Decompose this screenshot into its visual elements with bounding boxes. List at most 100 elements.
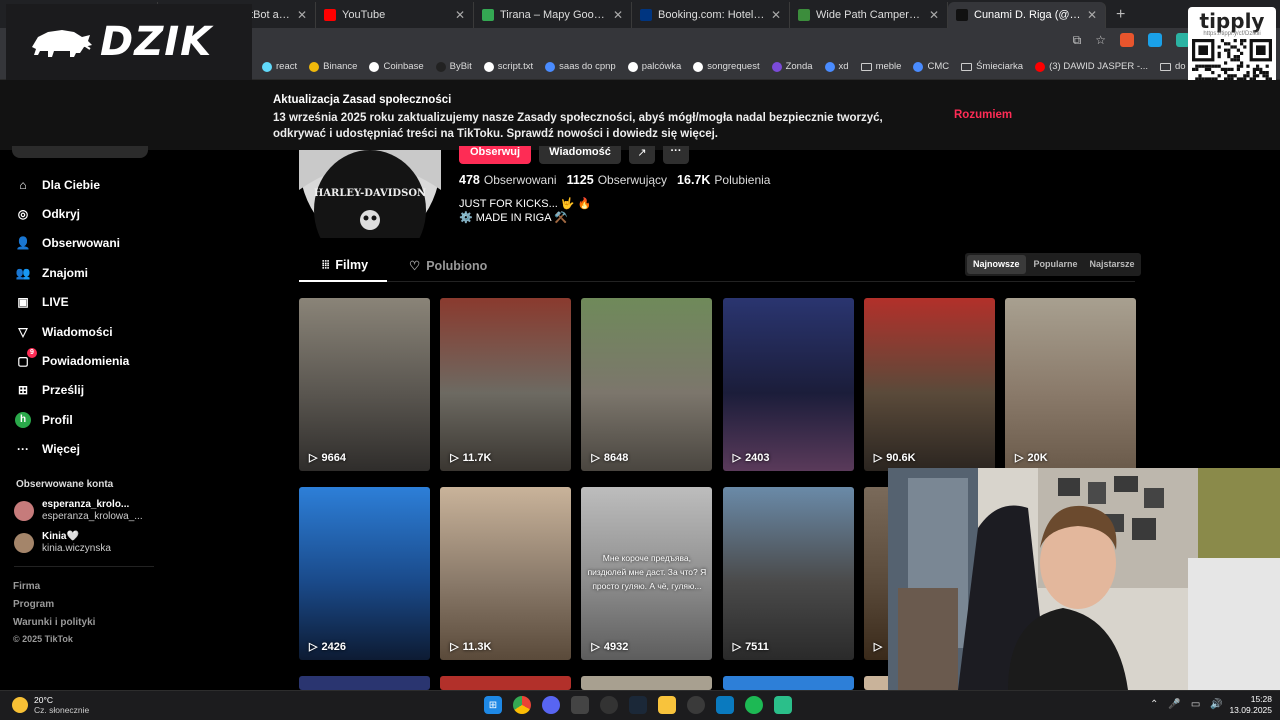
video-thumbnail[interactable]: ▷ 90.6K xyxy=(863,298,995,471)
sidebar-item-compass[interactable]: ◎ Odkryj xyxy=(14,199,129,228)
bookmark-item[interactable]: (3) DAWID JASPER -... xyxy=(1035,61,1148,72)
footer-link-terms[interactable]: Warunki i polityki xyxy=(13,617,95,628)
sidebar-item-friends[interactable]: 👥 Znajomi xyxy=(14,258,129,287)
sidebar-item-profile[interactable]: h Profil xyxy=(14,405,129,434)
stat-following[interactable]: 478 Obserwowani xyxy=(459,173,557,187)
volume-icon[interactable]: 🔊 xyxy=(1210,699,1222,710)
sort-oldest[interactable]: Najstarsze xyxy=(1084,253,1141,276)
sidebar-item-upload[interactable]: ⊞ Prześlij xyxy=(14,376,129,405)
stat-followers[interactable]: 1125 Obserwujący xyxy=(567,173,667,187)
friends-icon: 👥 xyxy=(15,265,31,280)
bookmark-item[interactable]: saas do cpnp xyxy=(545,61,616,72)
tab-videos[interactable]: ⦙⦙⦙ Filmy xyxy=(322,258,368,272)
followed-account[interactable]: Kinia🤍 kinia.wiczynska xyxy=(14,531,111,555)
notice-dismiss-button[interactable]: Rozumiem xyxy=(954,109,1012,121)
tab-liked[interactable]: ♡ Polubiono xyxy=(409,258,487,274)
view-count-value: 7511 xyxy=(745,640,769,653)
video-thumbnail[interactable] xyxy=(299,676,430,690)
footer-link-company[interactable]: Firma xyxy=(13,581,40,592)
video-thumbnail[interactable]: ▷ 8648 xyxy=(581,298,713,471)
extension-icon[interactable] xyxy=(1148,33,1162,47)
sort-popular[interactable]: Popularne xyxy=(1028,253,1084,276)
browser-tab[interactable]: Booking.com: Hotele – Skopje ✕ xyxy=(632,2,790,28)
spotify-icon[interactable] xyxy=(745,696,763,714)
bookmark-star-icon[interactable]: ☆ xyxy=(1095,33,1106,48)
close-icon[interactable]: ✕ xyxy=(297,8,307,22)
followed-account[interactable]: esperanza_krolo... esperanza_krolowa_... xyxy=(14,499,143,523)
chrome-icon[interactable] xyxy=(513,696,531,714)
bookmark-item[interactable]: xd xyxy=(824,61,849,72)
close-icon[interactable]: ✕ xyxy=(613,8,623,22)
video-thumbnail[interactable]: ▷ 9664 xyxy=(299,298,430,471)
video-thumbnail[interactable]: ▷ 20K xyxy=(1005,298,1136,471)
new-tab-button[interactable]: + xyxy=(1106,2,1135,28)
sidebar-item-notifications[interactable]: ▢ 9 Powiadomienia xyxy=(14,346,129,375)
sidebar-item-label: Profil xyxy=(42,412,73,427)
bookmark-item[interactable]: Binance xyxy=(309,61,357,72)
ccleaner-icon[interactable] xyxy=(687,696,705,714)
profile-avatar: HARLEY-DAVIDSON xyxy=(299,150,441,238)
video-thumbnail[interactable]: ▷ 2426 xyxy=(299,487,430,660)
monitor-icon[interactable]: ▭ xyxy=(1191,699,1200,710)
discord-icon[interactable] xyxy=(542,696,560,714)
browser-tab[interactable]: Cunami D. Riga (@cunami_d_ri ✕ xyxy=(948,2,1106,28)
sidebar-item-messages[interactable]: ▽ Wiadomości xyxy=(14,317,129,346)
bookmark-item[interactable]: script.txt xyxy=(483,61,533,72)
microphone-icon[interactable]: 🎤 xyxy=(1168,699,1180,710)
bookmark-item[interactable]: ByBit xyxy=(435,61,472,72)
bookmark-label: ByBit xyxy=(449,61,472,72)
extension-icon[interactable] xyxy=(1120,33,1134,47)
video-thumbnail[interactable]: ▷ 11.7K xyxy=(440,298,572,471)
video-thumbnail[interactable] xyxy=(722,676,854,690)
tab-favicon-icon xyxy=(640,9,652,21)
install-app-icon[interactable]: ⧉ xyxy=(1073,33,1082,48)
sidebar-item-live[interactable]: ▣ LIVE xyxy=(14,288,129,317)
file-explorer-icon[interactable] xyxy=(658,696,676,714)
browser-tab[interactable]: Wide Path Camper - Bicycle Ca ✕ xyxy=(790,2,948,28)
bookmark-item[interactable]: react xyxy=(262,61,297,72)
stat-label: Polubienia xyxy=(714,173,771,187)
bookmark-item[interactable]: songrequest xyxy=(693,61,760,72)
video-thumbnail[interactable] xyxy=(581,676,713,690)
more-dots-icon: ··· xyxy=(670,145,682,157)
bookmark-item[interactable]: Śmieciarka xyxy=(961,61,1023,72)
sidebar-item-more[interactable]: ··· Więcej xyxy=(14,435,129,464)
close-icon[interactable]: ✕ xyxy=(1087,8,1097,22)
view-count-value: 11.3K xyxy=(462,640,492,653)
snipping-tool-icon[interactable] xyxy=(571,696,589,714)
close-icon[interactable]: ✕ xyxy=(771,8,781,22)
bookmark-item[interactable]: Coinbase xyxy=(369,61,424,72)
notepad-icon[interactable] xyxy=(774,696,792,714)
footer-link-program[interactable]: Program xyxy=(13,599,54,610)
follow-button[interactable]: Obserwuj xyxy=(459,146,531,164)
start-icon[interactable]: ⊞ xyxy=(484,696,502,714)
clock[interactable]: 15:28 13.09.2025 xyxy=(1228,694,1272,716)
sidebar-item-home[interactable]: ⌂ Dla Ciebie xyxy=(14,170,129,199)
video-thumbnail[interactable]: ▷ 2403 xyxy=(722,298,854,471)
weather-widget[interactable]: 20°C Cz. słonecznie xyxy=(12,695,89,715)
browser-tab[interactable]: YouTube ✕ xyxy=(316,2,474,28)
obs-icon[interactable] xyxy=(600,696,618,714)
browser-tab[interactable]: Tirana – Mapy Google ✕ xyxy=(474,2,632,28)
bookmark-item[interactable]: palcówka xyxy=(627,61,681,72)
close-icon[interactable]: ✕ xyxy=(929,8,939,22)
video-thumbnail[interactable]: ▷ 7511 xyxy=(722,487,854,660)
share-button[interactable]: ↗ xyxy=(629,146,655,164)
view-count-value: 4932 xyxy=(603,640,629,653)
search-input[interactable] xyxy=(12,146,148,158)
network-app-icon[interactable] xyxy=(716,696,734,714)
sort-newest[interactable]: Najnowsze xyxy=(967,255,1026,274)
bookmark-item[interactable]: CMC xyxy=(913,61,949,72)
community-guidelines-notice: Aktualizacja Zasad społeczności 13 wrześ… xyxy=(0,80,1280,150)
more-options-button[interactable]: ··· xyxy=(663,146,689,164)
steam-icon[interactable] xyxy=(629,696,647,714)
video-thumbnail[interactable]: ▷ 11.3K xyxy=(440,487,572,660)
message-button[interactable]: Wiadomość xyxy=(539,146,621,164)
chevron-up-icon[interactable]: ⌃ xyxy=(1150,699,1158,710)
video-thumbnail[interactable] xyxy=(440,676,572,690)
video-thumbnail[interactable]: Мне короче предъява, пиздюлей мне даст. … xyxy=(581,487,713,660)
sidebar-item-following[interactable]: 👤 Obserwowani xyxy=(14,229,129,258)
close-icon[interactable]: ✕ xyxy=(455,8,465,22)
bookmark-item[interactable]: meble xyxy=(860,61,901,72)
bookmark-item[interactable]: Zonda xyxy=(771,61,813,72)
